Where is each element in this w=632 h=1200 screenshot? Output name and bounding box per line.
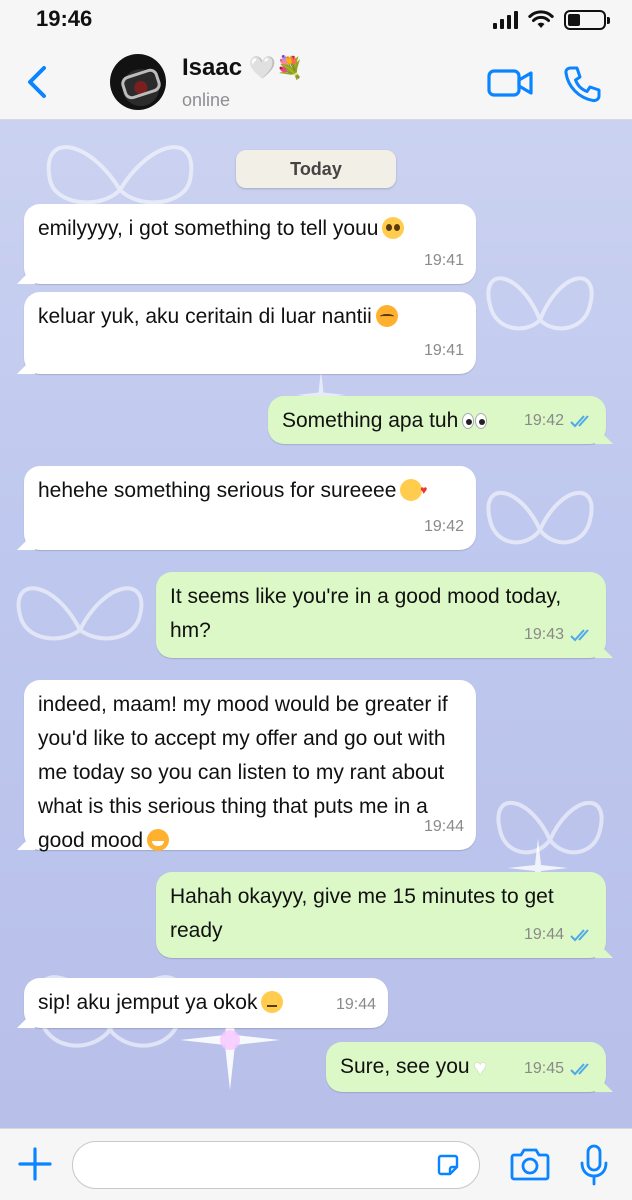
message-text-input[interactable] — [91, 1142, 431, 1186]
grinning-cat-face-icon — [147, 829, 170, 851]
message-meta: 19:45 — [524, 1052, 594, 1086]
message-time: 19:42 — [523, 412, 564, 429]
video-call-icon[interactable] — [486, 66, 534, 100]
message-input-bar — [0, 1128, 632, 1200]
message-body: keluar yuk, aku ceritain di luar nantii — [38, 305, 372, 328]
message-body: hehehe something serious for sureeee — [38, 479, 397, 502]
butterfly-decoration-icon — [16, 586, 144, 641]
eyes-icon — [462, 406, 488, 440]
read-receipt-icon — [570, 929, 589, 942]
signal-icon — [493, 11, 518, 29]
incoming-message[interactable]: emilyyyy, i got something to tell youu 1… — [24, 204, 476, 284]
outgoing-message[interactable]: Hahah okayyy, give me 15 minutes to get … — [156, 872, 606, 958]
battery-icon — [564, 10, 610, 30]
contact-status: online — [182, 90, 231, 110]
phone-call-icon[interactable] — [562, 64, 602, 104]
message-body: Something apa tuh — [282, 409, 459, 432]
message-time: 19:44 — [335, 996, 376, 1013]
microphone-icon[interactable] — [578, 1143, 610, 1187]
message-text: keluar yuk, aku ceritain di luar nantii — [38, 300, 462, 334]
message-time: 19:41 — [423, 252, 464, 269]
message-meta: 19:44 — [336, 988, 376, 1022]
message-text: indeed, maam! my mood would be greater i… — [38, 688, 462, 858]
incoming-message[interactable]: indeed, maam! my mood would be greater i… — [24, 680, 476, 852]
kissing-cat-face-icon — [375, 305, 398, 327]
sticker-icon[interactable] — [435, 1152, 461, 1178]
butterfly-decoration-icon — [486, 276, 594, 331]
read-receipt-icon — [570, 1063, 589, 1076]
saluting-face-icon — [261, 991, 284, 1013]
message-input[interactable] — [72, 1141, 480, 1189]
message-body: sip! aku jemput ya okok — [38, 991, 258, 1014]
plus-icon[interactable] — [16, 1145, 54, 1183]
contact-avatar[interactable] — [110, 54, 166, 110]
message-time: 19:45 — [523, 1060, 564, 1077]
message-body: emilyyyy, i got something to tell youu — [38, 217, 379, 240]
white-heart-icon: ♥ — [473, 1055, 487, 1080]
pleading-face-icon — [382, 217, 405, 239]
message-body: Sure, see you — [340, 1055, 470, 1078]
camera-icon[interactable] — [508, 1147, 552, 1183]
back-chevron-icon[interactable] — [18, 62, 58, 102]
message-body: indeed, maam! my mood would be greater i… — [38, 693, 448, 852]
incoming-message[interactable]: sip! aku jemput ya okok 19:44 — [24, 978, 388, 1028]
contact-name[interactable]: Isaac 🤍💐 — [182, 54, 304, 82]
message-meta: 19:42 — [424, 510, 464, 544]
read-receipt-icon — [570, 415, 589, 428]
butterfly-decoration-icon — [486, 491, 594, 545]
outgoing-message[interactable]: It seems like you're in a good mood toda… — [156, 572, 606, 658]
outgoing-message[interactable]: Sure, see you ♥ 19:45 — [326, 1042, 606, 1092]
message-meta: 19:41 — [424, 244, 464, 278]
message-meta: 19:43 — [524, 618, 594, 652]
message-text: emilyyyy, i got something to tell youu — [38, 212, 462, 246]
status-bar: 19:46 — [0, 0, 632, 44]
message-time: 19:44 — [423, 818, 464, 835]
contact-name-emojis: 🤍💐 — [248, 55, 304, 80]
status-time: 19:46 — [36, 6, 93, 31]
message-meta: 19:44 — [424, 810, 464, 844]
contact-name-text: Isaac — [182, 54, 243, 81]
message-meta: 19:42 — [524, 404, 594, 438]
incoming-message[interactable]: hehehe something serious for sureeee 19:… — [24, 466, 476, 550]
message-time: 19:42 — [423, 518, 464, 535]
message-text: hehehe something serious for sureeee — [38, 473, 462, 508]
message-time: 19:44 — [523, 926, 564, 943]
incoming-message[interactable]: keluar yuk, aku ceritain di luar nantii … — [24, 292, 476, 374]
message-meta: 19:41 — [424, 334, 464, 368]
smiling-face-with-hearts-icon — [400, 473, 427, 507]
chat-area[interactable]: Today emilyyyy, i got something to tell … — [0, 120, 632, 1128]
read-receipt-icon — [570, 629, 589, 642]
chat-header: Isaac 🤍💐 online — [0, 44, 632, 120]
outgoing-message[interactable]: Something apa tuh 19:42 — [268, 396, 606, 444]
message-text: sip! aku jemput ya okok — [38, 986, 374, 1020]
wifi-icon — [528, 10, 554, 28]
message-time: 19:41 — [423, 342, 464, 359]
status-icons — [493, 10, 610, 30]
message-meta: 19:44 — [524, 918, 594, 952]
date-separator: Today — [236, 150, 396, 188]
message-time: 19:43 — [523, 626, 564, 643]
